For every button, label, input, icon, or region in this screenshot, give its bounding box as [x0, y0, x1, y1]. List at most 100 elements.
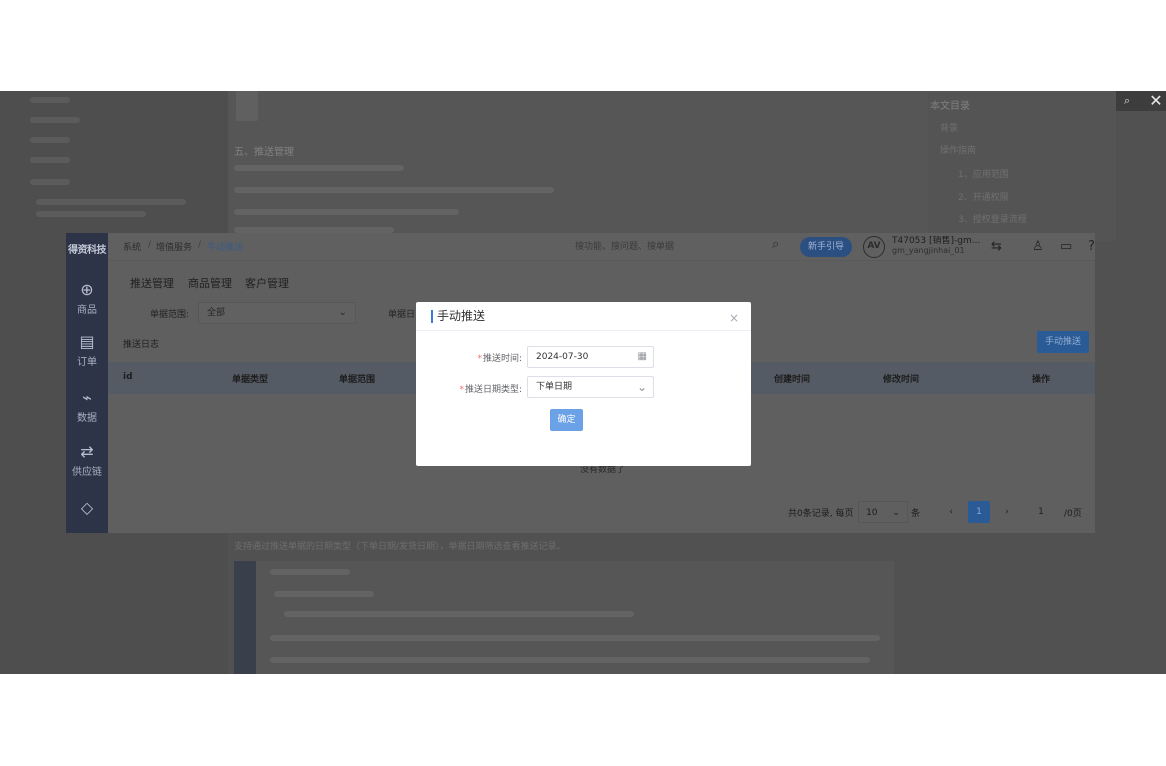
guide-button[interactable]: 新手引导 [800, 237, 853, 257]
message-icon[interactable]: ▭ [1060, 239, 1072, 254]
search-icon[interactable]: ⌕ [1124, 94, 1138, 108]
column-header[interactable]: 单据范围 [339, 372, 375, 385]
sidebar-item-label: 供应链 [72, 467, 102, 478]
breadcrumb-separator: / [198, 240, 202, 250]
doc-blur-line [270, 569, 350, 575]
tab-push-management[interactable]: 推送管理 [130, 275, 174, 291]
user-info[interactable]: T47053 [销售]-gm... gm_yangjinhai_01 [892, 236, 987, 256]
sidebar-item-goods[interactable]: ⊕ 商品 [66, 280, 108, 317]
pager-total: /0页 [1064, 509, 1082, 519]
column-header[interactable]: 创建时间 [774, 372, 810, 385]
chevron-down-icon: ⌄ [892, 508, 900, 518]
close-icon[interactable]: ✕ [1148, 92, 1164, 110]
doc-blur-line [234, 187, 554, 193]
avatar[interactable]: AV [863, 236, 885, 258]
filter-range-value: 全部 [207, 308, 226, 318]
sidebar-item-data[interactable]: ⌁ 数据 [66, 388, 108, 425]
doc-heading: 五、推送管理 [234, 147, 294, 158]
toc-title: 本文目录 [930, 101, 970, 112]
filter-date-label: 单据日 [388, 310, 416, 320]
user-account: gm_yangjinhai_01 [892, 246, 965, 255]
push-time-label-text: 推送时间: [482, 354, 522, 364]
cube-icon: ◇ [80, 498, 94, 517]
search-icon[interactable]: ⌕ [772, 237, 779, 252]
doc-blur-line [270, 657, 870, 663]
app-logo: 得资科技 [68, 245, 107, 256]
doc-blur-line [270, 635, 880, 641]
toc-item[interactable]: 操作指南 [940, 143, 976, 156]
column-header[interactable]: 操作 [1032, 372, 1050, 385]
tab-customer-management[interactable]: 客户管理 [245, 275, 289, 291]
push-time-value: 2024-07-30 [536, 352, 589, 362]
date-type-label: *推送日期类型: [446, 382, 522, 395]
toc-item[interactable]: 3、授权登录流程 [958, 212, 1027, 225]
breadcrumb-separator: / [148, 240, 152, 250]
bag-icon: ⊕ [80, 280, 94, 299]
user-name: T47053 [销售]-gm... [892, 236, 981, 246]
page-size-select[interactable]: 10 ⌄ [858, 501, 908, 523]
dialog-header: 手动推送 × [416, 302, 751, 331]
confirm-button[interactable]: 确定 [550, 409, 583, 431]
breadcrumb-system[interactable]: 系统 [123, 240, 141, 253]
required-mark: * [459, 385, 464, 395]
tab-goods-management[interactable]: 商品管理 [188, 275, 232, 291]
doc-blur-line [30, 157, 70, 163]
user-icon[interactable]: ♙ [1032, 239, 1044, 254]
doc-blur-line [30, 117, 80, 123]
sidebar-item-label: 数据 [77, 413, 97, 424]
sidebar-item-more[interactable]: ◇ [66, 499, 108, 519]
filter-range-label: 单据范围: [150, 310, 190, 320]
page-number-current[interactable]: 1 [968, 501, 990, 523]
doc-blur-line [36, 199, 186, 205]
required-mark: * [477, 354, 482, 364]
page-jump-input[interactable]: 1 [1026, 501, 1056, 523]
pager-summary: 共0条记录, 每页 [788, 509, 854, 519]
manual-push-dialog: 手动推送 × *推送时间: 2024-07-30 ▦ *推送日期类型: 下单日期… [416, 302, 751, 466]
column-header[interactable]: 单据类型 [232, 372, 268, 385]
sidebar-item-supply-chain[interactable]: ⇄ 供应链 [66, 443, 108, 479]
doc-blur-line [284, 611, 634, 617]
filter-range-select[interactable]: 全部 ⌄ [198, 302, 356, 324]
doc-blur-line [234, 165, 404, 171]
pager-unit: 条 [911, 509, 921, 519]
close-icon[interactable]: × [727, 311, 741, 325]
push-log-title: 推送日志 [123, 340, 160, 350]
doc-blur-line [30, 179, 70, 185]
page-size-value: 10 [866, 508, 878, 518]
sidebar-item-label: 商品 [77, 305, 97, 316]
date-type-value: 下单日期 [536, 382, 573, 392]
sidebar-item-label: 订单 [77, 357, 97, 368]
push-time-date-picker[interactable]: 2024-07-30 ▦ [527, 346, 654, 368]
help-icon[interactable]: ? [1088, 239, 1095, 254]
toc-item[interactable]: 1、应用范围 [958, 167, 1009, 180]
chevron-down-icon: ⌄ [338, 307, 347, 318]
sidebar-item-orders[interactable]: ▤ 订单 [66, 333, 108, 369]
manual-push-button[interactable]: 手动推送 [1037, 331, 1089, 353]
dialog-title-accent [431, 310, 433, 323]
doc-lower-text: 支持通过推送单据的日期类型（下单日期/发货日期），单据日期筛选查看推送记录。 [234, 542, 566, 552]
breadcrumb-value-added[interactable]: 增值服务 [156, 240, 192, 253]
toc-item[interactable]: 背景 [940, 121, 958, 134]
app-header: 系统 / 增值服务 / 手动推送 搜功能、搜问题、搜单据 ⌕ 新手引导 AV T… [108, 233, 1095, 261]
calendar-icon: ▦ [637, 351, 647, 362]
toc-item[interactable]: 2、开通权限 [958, 190, 1009, 203]
doc-blur-line [30, 97, 70, 103]
prev-page-button[interactable]: ‹ [940, 501, 962, 523]
push-time-label: *推送时间: [474, 351, 522, 364]
doc-blur-line [274, 591, 374, 597]
column-header[interactable]: id [123, 372, 133, 382]
doc-thumbnail [236, 91, 258, 121]
chevron-down-icon: ⌄ [636, 380, 647, 394]
chart-icon: ⌁ [82, 388, 92, 407]
doc-lower-sidebar [234, 561, 256, 674]
doc-blur-line [30, 137, 70, 143]
next-page-button[interactable]: › [996, 501, 1018, 523]
doc-blur-line [36, 211, 146, 217]
switch-icon[interactable]: ⇆ [991, 239, 1002, 254]
date-type-select[interactable]: 下单日期 ⌄ [527, 376, 654, 398]
global-search-input[interactable]: 搜功能、搜问题、搜单据 [563, 237, 743, 257]
app-sidebar: 得资科技 ⊕ 商品 ▤ 订单 ⌁ 数据 ⇄ 供应链 ◇ [66, 233, 108, 533]
dialog-title: 手动推送 [437, 309, 486, 323]
column-header[interactable]: 修改时间 [883, 372, 919, 385]
breadcrumb-current: 手动推送 [207, 243, 244, 253]
